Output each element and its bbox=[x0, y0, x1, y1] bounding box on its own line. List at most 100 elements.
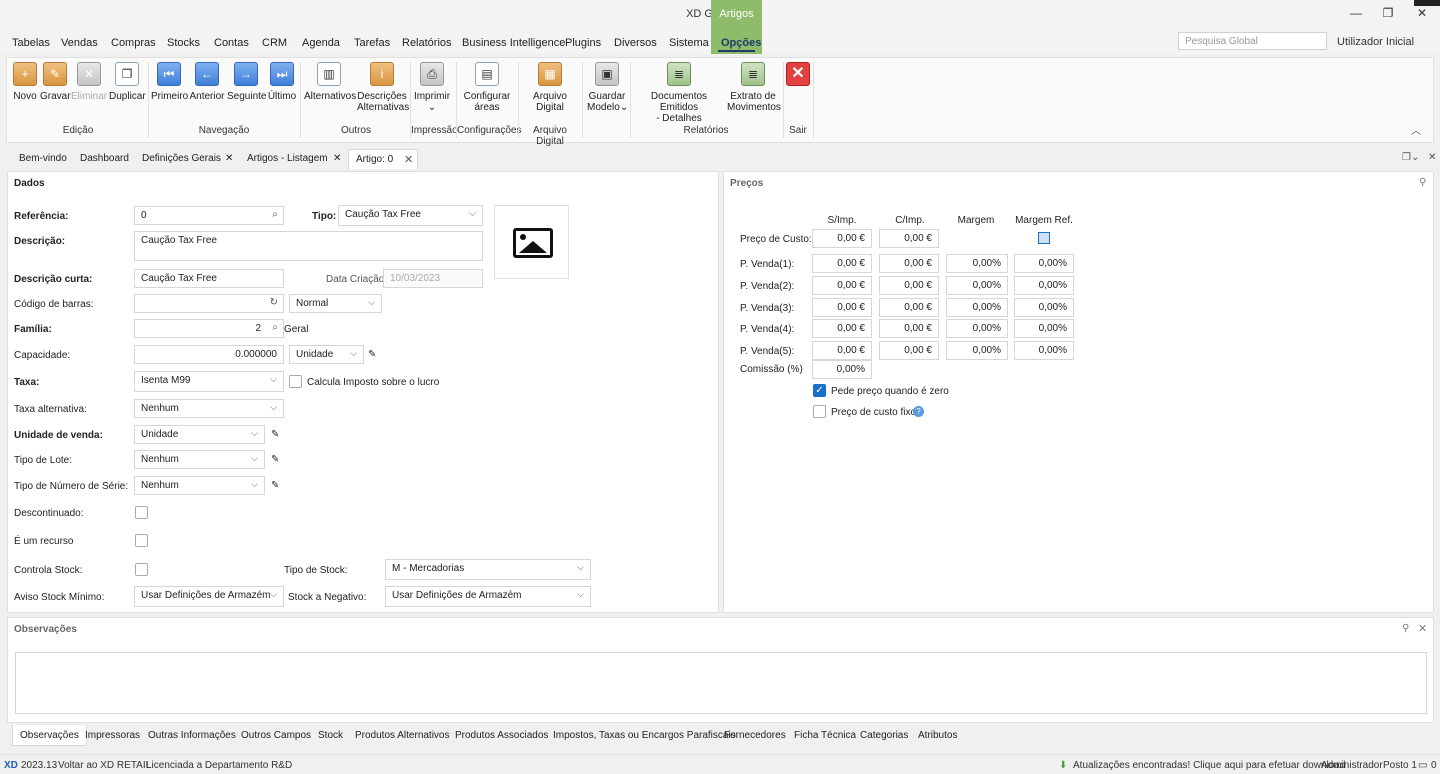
menu-relatorios[interactable]: Relatórios bbox=[402, 37, 452, 49]
preco-venda-c-input[interactable]: 0,00 € bbox=[879, 297, 939, 317]
tab-impressoras[interactable]: Impressoras bbox=[85, 725, 140, 746]
close-window-button[interactable]: ✕ bbox=[1412, 6, 1432, 22]
updates-link[interactable]: Atualizações encontradas! Clique aqui pa… bbox=[1073, 760, 1345, 771]
preco-venda-c-input[interactable]: 0,00 € bbox=[879, 341, 939, 361]
seguinte-button[interactable]: → Seguinte bbox=[227, 62, 266, 102]
capacidade-unidade-select[interactable]: Unidade ⌵ bbox=[289, 345, 364, 364]
sair-button[interactable]: ✕ bbox=[786, 62, 810, 91]
edit-pencil-icon[interactable]: ✎ bbox=[368, 349, 376, 360]
tab-bem-vindo[interactable]: Bem-vindo bbox=[19, 149, 67, 169]
aviso-stock-select[interactable]: Usar Definições de Armazém ⌵ bbox=[134, 586, 284, 607]
download-update-icon[interactable]: ⬇ bbox=[1059, 760, 1067, 771]
preco-venda-m-input[interactable]: 0,00% bbox=[946, 275, 1008, 295]
preco-custo-c-input[interactable]: 0,00 € bbox=[879, 229, 939, 248]
tab-impostos[interactable]: Impostos, Taxas ou Encargos Parafiscais bbox=[553, 725, 736, 746]
observacoes-textarea[interactable] bbox=[15, 652, 1427, 714]
imprimir-button[interactable]: ⎙ Imprimir ⌄ bbox=[413, 62, 451, 113]
menu-stocks[interactable]: Stocks bbox=[167, 37, 200, 49]
tab-definicoes-gerais[interactable]: Definições Gerais bbox=[142, 149, 221, 169]
back-to-retail-link[interactable]: Voltar ao XD RETAIL bbox=[58, 760, 151, 771]
ultimo-button[interactable]: ⏭ Último bbox=[267, 62, 297, 102]
unidade-venda-select[interactable]: Unidade ⌵ bbox=[134, 425, 265, 444]
menu-diversos[interactable]: Diversos bbox=[614, 37, 657, 49]
preco-custo-fixo-checkbox[interactable] bbox=[813, 405, 826, 418]
close-tab-icon[interactable]: ✕ bbox=[225, 149, 233, 169]
close-panel-icon[interactable]: ✕ bbox=[1418, 622, 1427, 635]
preco-venda-m-input[interactable]: 0,00% bbox=[946, 297, 1008, 317]
taxa-alternativa-select[interactable]: Nenhum ⌵ bbox=[134, 399, 284, 418]
edit-pencil-icon[interactable]: ✎ bbox=[271, 454, 279, 465]
tab-outros-campos[interactable]: Outros Campos bbox=[241, 725, 311, 746]
configurar-areas-button[interactable]: ▤ Configurar áreas bbox=[461, 62, 513, 113]
tab-fornecedores[interactable]: Fornecedores bbox=[724, 725, 786, 746]
controla-stock-checkbox[interactable] bbox=[135, 563, 148, 576]
preco-venda-s-input[interactable]: 0,00 € bbox=[812, 275, 872, 295]
tipo-select[interactable]: Caução Tax Free ⌵ bbox=[338, 205, 483, 226]
close-tab-icon[interactable]: ✕ bbox=[333, 149, 341, 169]
descontinuado-checkbox[interactable] bbox=[135, 506, 148, 519]
refresh-icon[interactable]: ↻ bbox=[270, 297, 278, 308]
preco-venda-c-input[interactable]: 0,00 € bbox=[879, 254, 939, 273]
pede-preco-checkbox[interactable]: ✓ bbox=[813, 384, 826, 397]
codigo-tipo-select[interactable]: Normal ⌵ bbox=[289, 294, 382, 313]
maximize-button[interactable]: ❐ bbox=[1378, 6, 1398, 22]
preco-venda-m-input[interactable]: 0,00% bbox=[946, 254, 1008, 273]
novo-button[interactable]: + Novo bbox=[11, 62, 39, 102]
tab-categorias[interactable]: Categorias bbox=[860, 725, 908, 746]
preco-venda-mr-input[interactable]: 0,00% bbox=[1014, 254, 1074, 273]
anterior-button[interactable]: ← Anterior bbox=[189, 62, 225, 102]
tab-artigo-0[interactable]: Artigo: 0 ✕ bbox=[348, 149, 418, 169]
codigo-barras-input[interactable]: ↻ bbox=[134, 294, 284, 313]
menu-business-intelligence[interactable]: Business Intelligence bbox=[462, 37, 565, 49]
help-info-icon[interactable]: ? bbox=[913, 406, 924, 417]
familia-input[interactable]: 2 ⌕ bbox=[134, 319, 284, 338]
tab-dashboard[interactable]: Dashboard bbox=[80, 149, 129, 169]
descricao-curta-input[interactable]: Caução Tax Free bbox=[134, 269, 284, 288]
preco-venda-c-input[interactable]: 0,00 € bbox=[879, 319, 939, 339]
tab-produtos-alternativos[interactable]: Produtos Alternativos bbox=[355, 725, 450, 746]
stock-negativo-select[interactable]: Usar Definições de Armazém ⌵ bbox=[385, 586, 591, 607]
menu-crm[interactable]: CRM bbox=[262, 37, 287, 49]
menu-vendas[interactable]: Vendas bbox=[61, 37, 98, 49]
messages-icon[interactable]: ▭ bbox=[1418, 760, 1427, 771]
preco-venda-m-input[interactable]: 0,00% bbox=[946, 319, 1008, 339]
window-restore-icon[interactable]: ❐⌄ bbox=[1402, 152, 1419, 163]
preco-venda-s-input[interactable]: 0,00 € bbox=[812, 297, 872, 317]
extrato-movimentos-button[interactable]: ≣ Extrato de Movimentos bbox=[727, 62, 781, 113]
tab-stock[interactable]: Stock bbox=[318, 725, 343, 746]
close-tab-icon[interactable]: ✕ bbox=[404, 153, 413, 166]
article-image-box[interactable] bbox=[494, 205, 569, 279]
menu-contas[interactable]: Contas bbox=[214, 37, 249, 49]
minimize-button[interactable]: — bbox=[1346, 6, 1366, 22]
preco-venda-s-input[interactable]: 0,00 € bbox=[812, 341, 872, 361]
user-menu[interactable]: Utilizador Inicial bbox=[1337, 36, 1414, 48]
preco-venda-mr-input[interactable]: 0,00% bbox=[1014, 297, 1074, 317]
eliminar-button[interactable]: ✕ Eliminar bbox=[71, 62, 107, 102]
capacidade-input[interactable]: 0.000000 bbox=[134, 345, 284, 364]
menu-agenda[interactable]: Agenda bbox=[302, 37, 340, 49]
edit-pencil-icon[interactable]: ✎ bbox=[271, 429, 279, 440]
menu-compras[interactable]: Compras bbox=[111, 37, 156, 49]
preco-venda-m-input[interactable]: 0,00% bbox=[946, 341, 1008, 361]
menu-tarefas[interactable]: Tarefas bbox=[354, 37, 390, 49]
calcula-imposto-checkbox[interactable] bbox=[289, 375, 302, 388]
taxa-select[interactable]: Isenta M99 ⌵ bbox=[134, 371, 284, 392]
preco-custo-s-input[interactable]: 0,00 € bbox=[812, 229, 872, 248]
close-all-icon[interactable]: ✕ bbox=[1428, 152, 1436, 163]
tipo-lote-select[interactable]: Nenhum ⌵ bbox=[134, 450, 265, 469]
menu-tabelas[interactable]: Tabelas bbox=[12, 37, 50, 49]
preco-venda-mr-input[interactable]: 0,00% bbox=[1014, 341, 1074, 361]
gravar-button[interactable]: ✎ Gravar bbox=[40, 62, 71, 102]
tipo-num-serie-select[interactable]: Nenhum ⌵ bbox=[134, 476, 265, 495]
referencia-input[interactable]: 0 ⌕ bbox=[134, 206, 284, 225]
tab-artigos-listagem[interactable]: Artigos - Listagem bbox=[247, 149, 328, 169]
tab-atributos[interactable]: Atributos bbox=[918, 725, 957, 746]
search-icon[interactable]: ⌕ bbox=[272, 322, 278, 333]
tab-ficha-tecnica[interactable]: Ficha Técnica bbox=[794, 725, 856, 746]
pin-icon[interactable]: ⚲ bbox=[1402, 623, 1409, 634]
calculator-grid-icon[interactable] bbox=[1038, 232, 1050, 244]
preco-venda-s-input[interactable]: 0,00 € bbox=[812, 254, 872, 273]
menu-plugins[interactable]: Plugins bbox=[565, 37, 601, 49]
pin-icon[interactable]: ⚲ bbox=[1419, 177, 1426, 188]
descricao-input[interactable]: Caução Tax Free bbox=[134, 231, 483, 261]
